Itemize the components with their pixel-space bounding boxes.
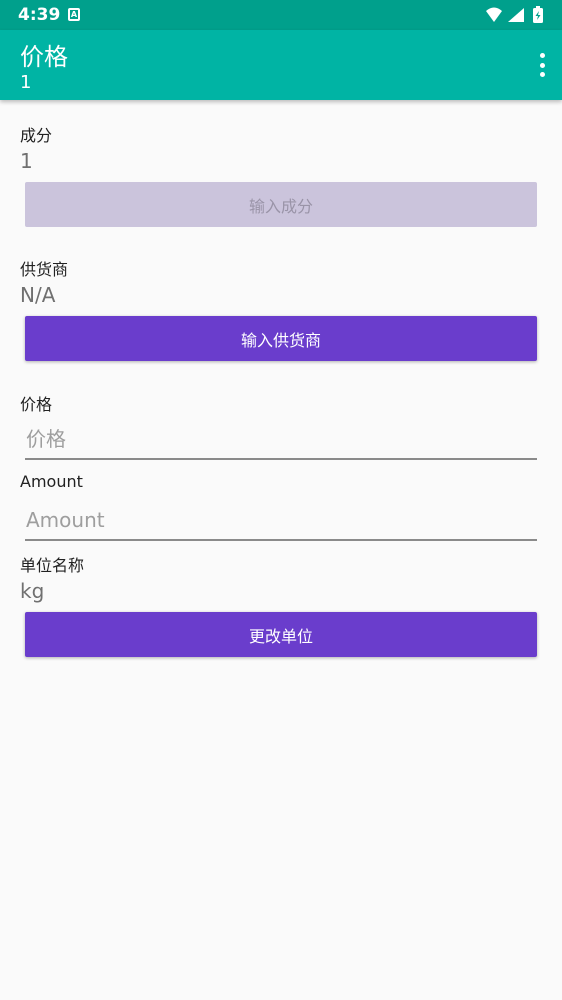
wifi-icon — [486, 7, 502, 22]
supplier-label: 供货商 — [20, 260, 69, 279]
status-bar: 4:39 A — [0, 0, 562, 30]
enter-ingredient-button[interactable]: 输入成分 — [25, 182, 537, 227]
unit-name-label: 单位名称 — [20, 556, 85, 575]
price-label: 价格 — [20, 395, 53, 414]
status-icons — [486, 6, 543, 23]
change-unit-button[interactable]: 更改单位 — [25, 612, 537, 657]
enter-supplier-button[interactable]: 输入供货商 — [25, 316, 537, 361]
page-title: 价格 — [20, 43, 68, 71]
overflow-menu-icon[interactable] — [538, 53, 546, 77]
ingredient-value: 1 — [20, 149, 33, 173]
supplier-value: N/A — [20, 283, 56, 307]
unit-name-value: kg — [20, 579, 45, 603]
price-input[interactable] — [25, 420, 537, 460]
amount-label: Amount — [20, 472, 83, 491]
app-bar: 价格 1 — [0, 30, 562, 100]
notification-a-icon: A — [68, 8, 80, 21]
page-subtitle: 1 — [20, 72, 32, 93]
signal-icon — [508, 8, 524, 22]
ingredient-label: 成分 — [20, 126, 53, 145]
status-time: 4:39 — [18, 5, 61, 25]
amount-input[interactable] — [25, 501, 537, 541]
